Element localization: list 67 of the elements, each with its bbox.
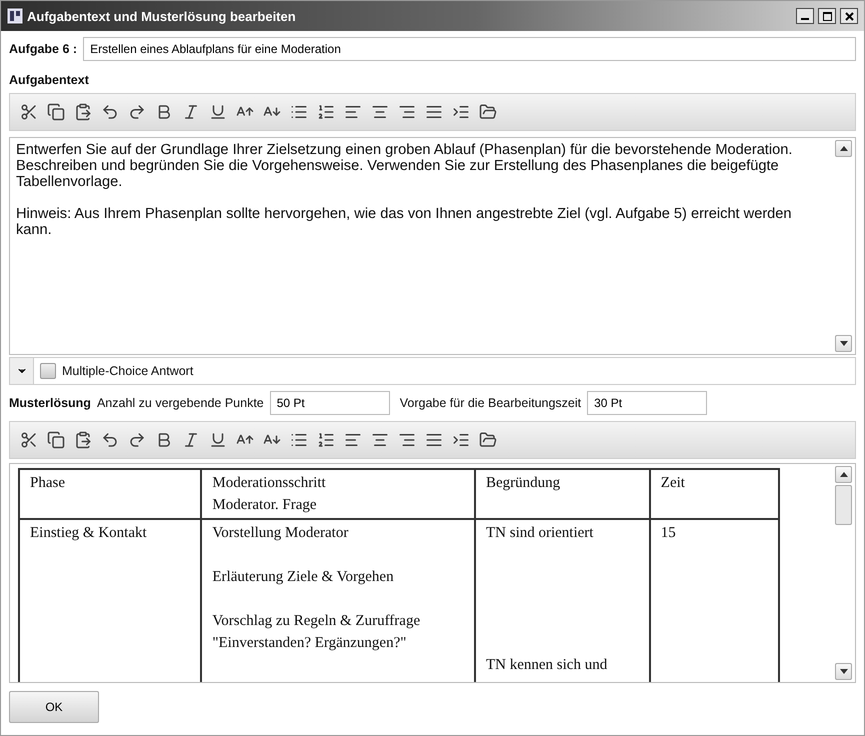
points-label: Anzahl zu vergebende Punkte [96, 396, 264, 410]
maximize-icon [822, 12, 832, 20]
checkbox-label: Multiple-Choice Antwort [62, 364, 194, 378]
undo-icon[interactable] [101, 431, 119, 449]
down-arrow-icon [840, 669, 848, 674]
maximize-button[interactable] [818, 8, 836, 24]
indent-icon[interactable] [452, 103, 470, 121]
bullet-list-icon[interactable] [290, 103, 308, 121]
task-label: Aufgabe 6 : [9, 42, 78, 56]
numbered-list-icon[interactable] [317, 103, 335, 121]
scroll-down-button[interactable] [835, 663, 852, 680]
scroll-up-button[interactable] [835, 140, 852, 157]
column-header: Moderationsschritt Moderator. Frage [201, 469, 475, 519]
justify-icon[interactable] [425, 431, 443, 449]
bullet-list-icon[interactable] [290, 431, 308, 449]
checkbox[interactable] [40, 363, 56, 379]
cut-icon[interactable] [20, 431, 38, 449]
redo-icon[interactable] [128, 431, 146, 449]
scroll-down-button[interactable] [835, 335, 852, 352]
app-icon [7, 8, 23, 24]
align-left-icon[interactable] [344, 103, 362, 121]
down-arrow-icon [840, 341, 848, 346]
section-label: Musterlösung [9, 396, 91, 410]
task-text-editor[interactable] [9, 137, 856, 355]
close-icon [844, 12, 854, 20]
paragraph: Entwerfen Sie auf der Grundlage Ihrer Zielsetzung einen groben Ablauf (Phasenplan) für die bevorstehende Moderation. Beschreiben und begründen Sie die Vorgehensweise. Verwenden Sie zur Erstellung des Phasenplanes die beigefügte Tabellenvorlage. [16, 142, 794, 190]
numbered-list-icon[interactable] [317, 431, 335, 449]
paragraph: Hinweis: Aus Ihrem Phasenplan sollte hervorgehen, wie das von Ihnen angestrebte Ziel (vgl. Aufgabe 5) erreicht werden kann. [16, 206, 793, 238]
scrollbar[interactable] [833, 138, 855, 354]
column-header: Begründung [474, 469, 650, 519]
align-center-icon[interactable] [371, 431, 389, 449]
redo-icon[interactable] [128, 103, 146, 121]
paste-icon[interactable] [74, 431, 92, 449]
align-left-icon[interactable] [344, 431, 362, 449]
close-button[interactable] [840, 8, 858, 24]
italic-icon[interactable] [182, 431, 200, 449]
paste-icon[interactable] [74, 103, 92, 121]
window-title: Aufgabentext und Musterlösung bearbeiten [27, 8, 297, 24]
underline-icon[interactable] [209, 103, 227, 121]
scroll-up-button[interactable] [835, 466, 852, 483]
folder-icon[interactable] [479, 431, 497, 449]
column-header: Phase [19, 469, 202, 519]
folder-icon[interactable] [479, 103, 497, 121]
scrollbar[interactable] [833, 464, 855, 682]
task-title-field[interactable]: Erstellen eines Ablaufplans für eine Moderation [83, 37, 856, 61]
align-right-icon[interactable] [398, 431, 416, 449]
underline-icon[interactable] [209, 431, 227, 449]
undo-icon[interactable] [101, 103, 119, 121]
up-arrow-icon [840, 146, 848, 151]
align-center-icon[interactable] [371, 103, 389, 121]
minimize-button[interactable] [796, 8, 814, 24]
column-header: Zeit [650, 469, 779, 519]
copy-icon[interactable] [47, 431, 65, 449]
time-field[interactable]: 30 Pt [587, 391, 708, 415]
copy-icon[interactable] [47, 103, 65, 121]
scroll-thumb[interactable] [835, 485, 852, 525]
cut-icon[interactable] [20, 103, 38, 121]
points-field[interactable]: 50 Pt [270, 391, 390, 415]
ok-button[interactable]: OK [9, 691, 99, 723]
up-arrow-icon [840, 472, 848, 477]
justify-icon[interactable] [425, 103, 443, 121]
italic-icon[interactable] [182, 103, 200, 121]
align-right-icon[interactable] [398, 103, 416, 121]
expand-button[interactable] [10, 358, 34, 384]
indent-icon[interactable] [452, 431, 470, 449]
time-label: Vorgabe für die Bearbeitungszeit [400, 396, 582, 410]
section-label: Aufgabentext [9, 73, 89, 87]
